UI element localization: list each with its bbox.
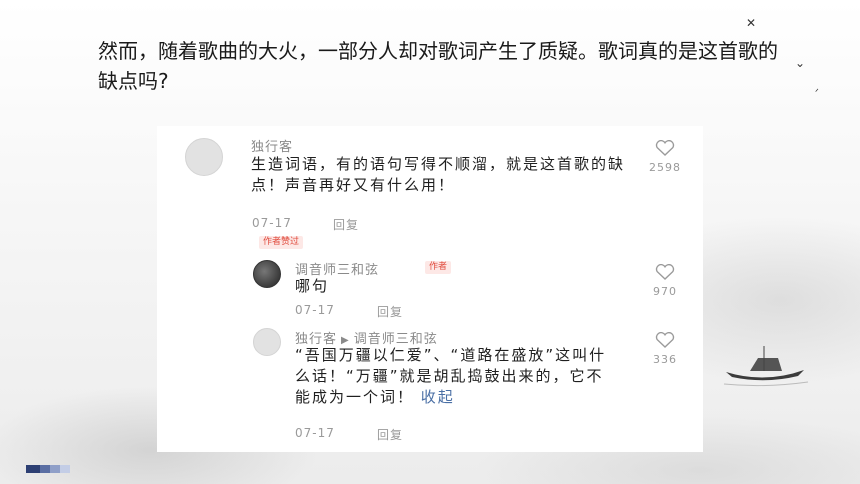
comment-username: 独行客 <box>251 140 294 155</box>
author-badge: 作者 <box>425 261 452 274</box>
avatar <box>253 260 281 288</box>
slide-question: 然而，随着歌曲的大火，一部分人却对歌词产生了质疑。歌词真的是这首歌的缺点吗? <box>98 39 778 93</box>
reply-button[interactable]: 回复 <box>377 303 403 320</box>
heart-icon <box>655 332 675 348</box>
like-button[interactable]: 970 <box>645 264 685 299</box>
like-button[interactable]: 336 <box>645 332 685 367</box>
comment-text: “吾国万疆以仁爱”、“道路在盛放”这叫什么话！“万疆”就是胡乱捣鼓出来的，它不能… <box>295 345 615 408</box>
comment-date: 07-17 <box>295 426 335 440</box>
comment-screenshot: 独行客 生造词语，有的语句写得不顺溜，就是这首歌的缺点！声音再好又有什么用！ 0… <box>157 126 703 452</box>
bird-icon: ✕ <box>746 16 757 30</box>
like-count: 2598 <box>649 161 681 174</box>
heart-icon <box>655 264 675 280</box>
boat-icon <box>723 346 809 387</box>
collapse-link[interactable]: 收起 <box>421 388 455 406</box>
corner-decoration <box>26 458 70 477</box>
reply-button[interactable]: 回复 <box>377 426 403 443</box>
comment-date: 07-17 <box>295 303 335 317</box>
like-count: 970 <box>653 285 677 298</box>
avatar <box>253 328 281 356</box>
heart-icon <box>655 140 675 156</box>
avatar <box>185 138 223 176</box>
comment-text: 生造词语，有的语句写得不顺溜，就是这首歌的缺点！声音再好又有什么用！ <box>251 155 626 194</box>
like-button[interactable]: 2598 <box>645 140 685 175</box>
comment-date: 07-17 <box>252 216 292 230</box>
bird-icon: ᐟ <box>815 88 819 98</box>
reply-button[interactable]: 回复 <box>333 216 359 233</box>
like-count: 336 <box>653 353 677 366</box>
comment-text: 哪句 <box>295 277 330 295</box>
bird-icon: ⌄ <box>795 56 806 70</box>
author-liked-badge: 作者赞过 <box>259 236 304 249</box>
